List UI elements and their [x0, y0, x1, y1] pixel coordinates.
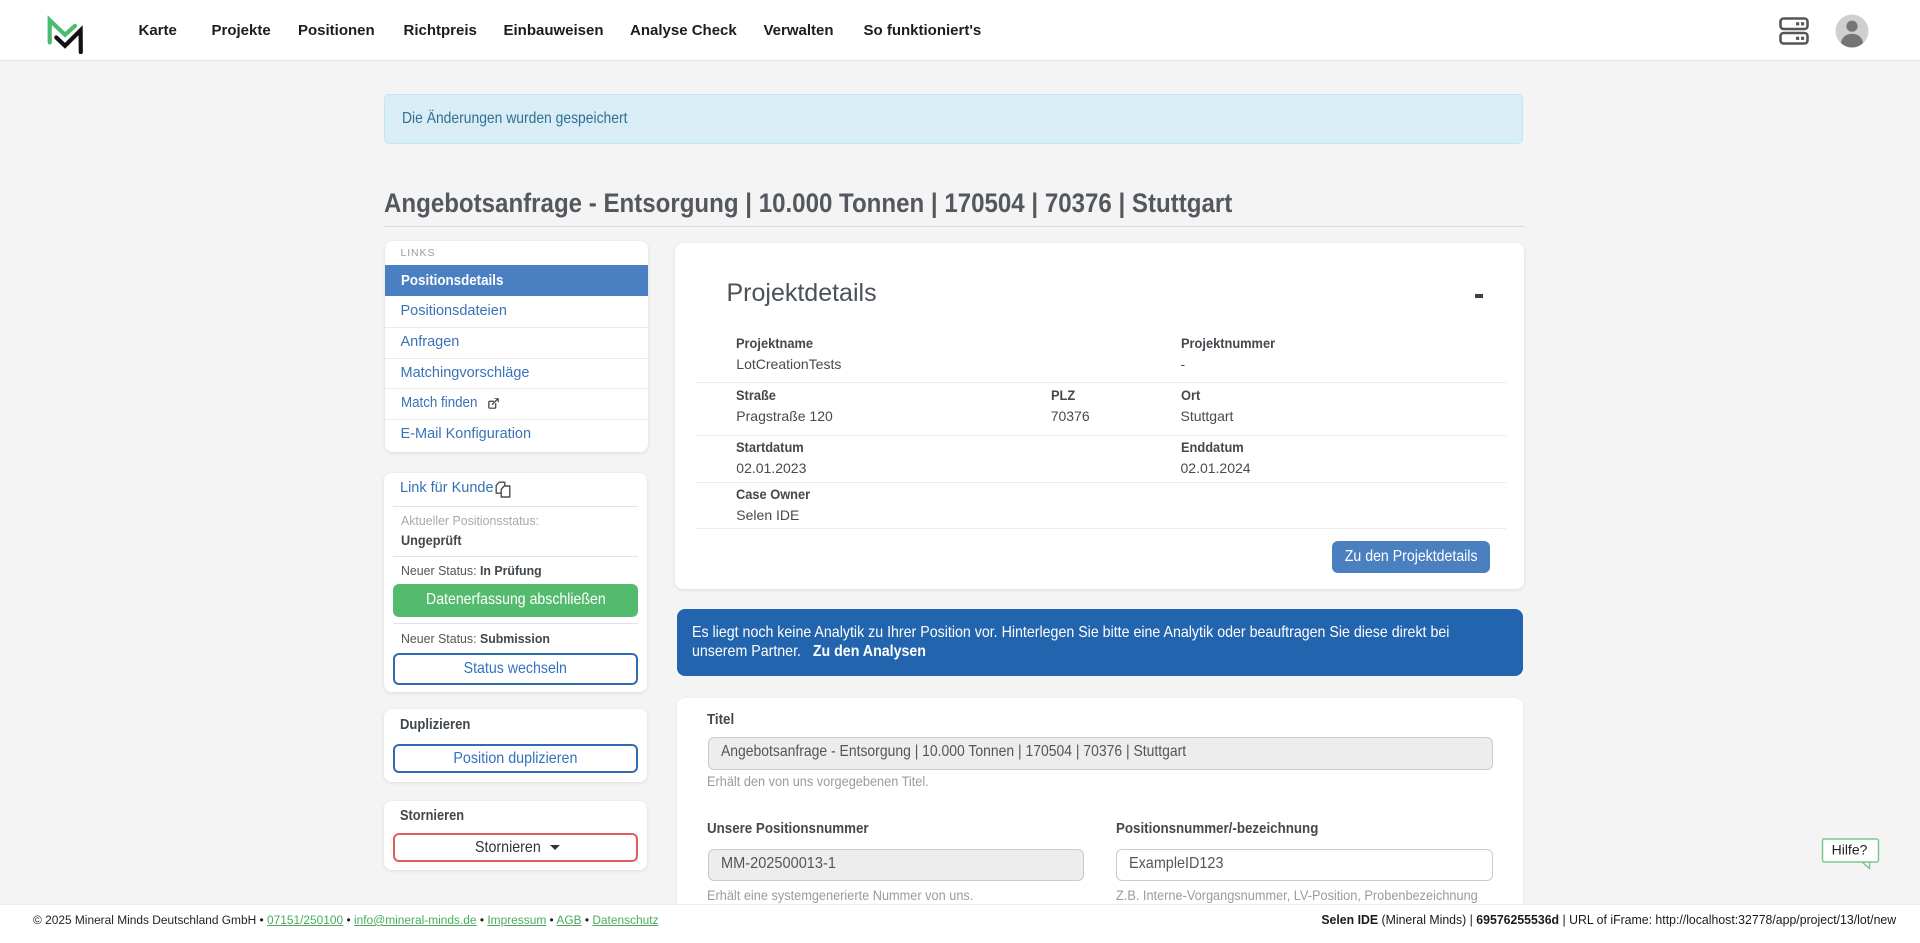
svg-text:Hilfe?: Hilfe? [1832, 842, 1868, 858]
